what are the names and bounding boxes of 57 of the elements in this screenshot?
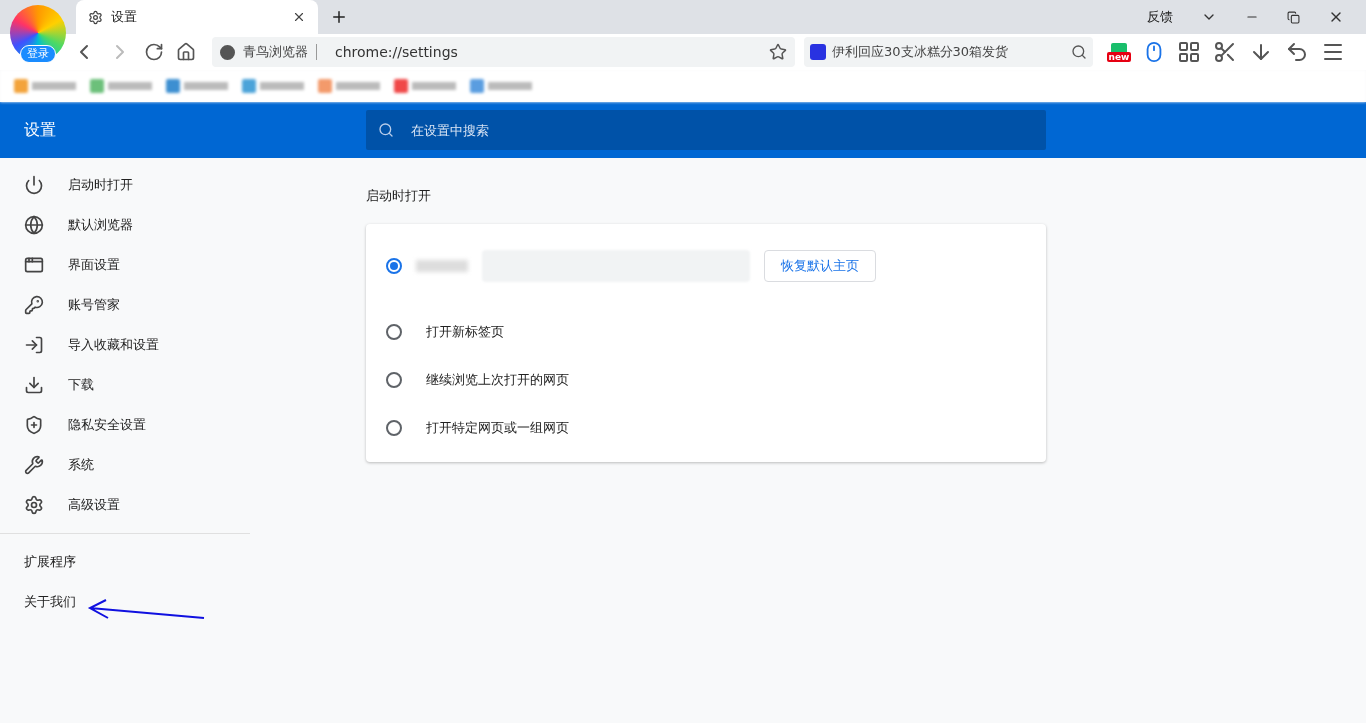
import-icon	[24, 335, 44, 355]
option-label: 打开新标签页	[426, 322, 504, 341]
sidebar-item[interactable]: 界面设置	[0, 245, 250, 285]
new-badge: new	[1106, 51, 1132, 62]
search-field[interactable]: 伊利回应30支冰糕分30箱发货	[804, 37, 1093, 67]
header-title: 设置	[23, 119, 57, 141]
sidebar-link[interactable]: 关于我们	[0, 582, 250, 622]
star-icon[interactable]	[769, 43, 787, 61]
new-tab-icon[interactable]	[330, 8, 348, 26]
restore-homepage-button[interactable]: 恢复默认主页	[764, 249, 876, 282]
blurred-bookmark[interactable]	[242, 79, 304, 93]
sidebar-item[interactable]: 下载	[0, 365, 250, 405]
address-bar[interactable]: 青鸟浏览器 chrome://settings	[212, 37, 795, 67]
section-heading: 启动时打开	[366, 187, 432, 205]
browser-tab[interactable]: 设置	[76, 0, 318, 34]
close-icon[interactable]	[292, 10, 306, 24]
settings-search-field[interactable]: 在设置中搜索	[366, 110, 1046, 150]
sidebar-item[interactable]: 默认浏览器	[0, 205, 250, 245]
sidebar-link[interactable]: 扩展程序	[0, 542, 250, 582]
option-label: 打开特定网页或一组网页	[426, 418, 569, 437]
browser-logo-icon	[220, 44, 235, 60]
sidebar-item[interactable]: 启动时打开	[0, 165, 250, 205]
option-label: 继续浏览上次打开的网页	[426, 370, 569, 389]
radio-button[interactable]	[386, 419, 402, 436]
key-icon	[24, 295, 44, 315]
tab-title: 设置	[111, 8, 138, 27]
undo-icon[interactable]	[1285, 40, 1309, 64]
blurred-bookmark[interactable]	[166, 79, 228, 93]
sidebar-item[interactable]: 隐私安全设置	[0, 405, 250, 445]
sidebar-item[interactable]: 系统	[0, 445, 250, 485]
sidebar-item[interactable]: 导入收藏和设置	[0, 325, 250, 365]
search-icon	[378, 122, 394, 138]
search-icon[interactable]	[1071, 44, 1087, 60]
wrench-icon	[24, 455, 44, 475]
globe-icon	[24, 215, 44, 235]
blurred-label	[416, 259, 468, 272]
radio-button[interactable]	[386, 371, 402, 388]
blurred-bookmark[interactable]	[394, 79, 456, 93]
url-text: chrome://settings	[335, 42, 459, 62]
feedback-link[interactable]: 反馈	[1147, 7, 1173, 27]
restore-icon[interactable]	[1287, 10, 1300, 24]
sidebar-item[interactable]: 账号管家	[0, 285, 250, 325]
scissors-icon[interactable]	[1213, 40, 1237, 64]
reload-icon[interactable]	[144, 42, 164, 62]
grid-icon[interactable]	[1177, 40, 1201, 64]
sidebar-item[interactable]: 高级设置	[0, 485, 250, 525]
power-icon	[24, 175, 44, 195]
download-icon	[24, 375, 44, 395]
blurred-bookmark[interactable]	[470, 79, 532, 93]
settings-icon	[88, 9, 103, 25]
home-icon[interactable]	[176, 42, 196, 62]
radio-button[interactable]	[386, 257, 402, 274]
settings-icon	[24, 495, 44, 515]
shield-icon	[24, 415, 44, 435]
site-name: 青鸟浏览器	[243, 43, 308, 62]
radio-button[interactable]	[386, 323, 402, 340]
window-icon	[24, 255, 44, 275]
